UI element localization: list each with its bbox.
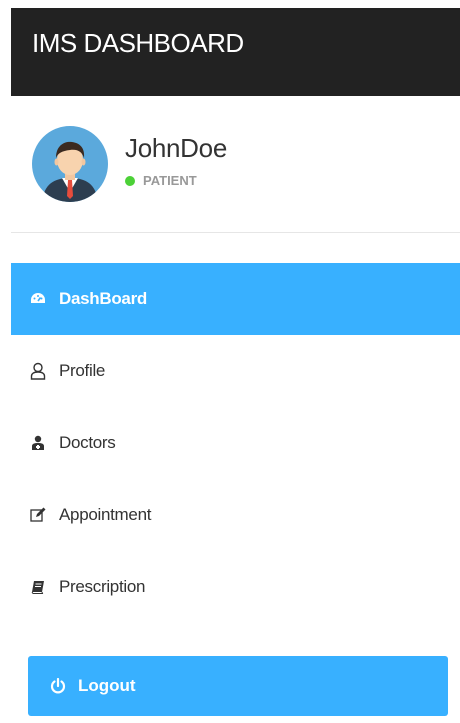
logout-button[interactable]: Logout: [28, 656, 448, 716]
role-label: PATIENT: [143, 173, 197, 188]
app-title: IMS DASHBOARD: [32, 28, 244, 58]
edit-icon: [29, 506, 47, 524]
sidebar-panel: IMS DASHBOARD JohnDoe PATIENT DashBoard …: [11, 8, 460, 723]
sidebar-item-profile[interactable]: Profile: [11, 335, 460, 407]
username: JohnDoe: [125, 133, 227, 163]
sidebar-menu: DashBoard Profile Doctors Appointment Pr…: [11, 263, 460, 623]
sidebar-item-label: DashBoard: [59, 289, 147, 308]
role-badge: PATIENT: [125, 173, 197, 188]
sidebar-item-prescription[interactable]: Prescription: [11, 551, 460, 623]
sidebar-item-doctors[interactable]: Doctors: [11, 407, 460, 479]
dashboard-icon: [29, 290, 47, 308]
doctor-icon: [29, 434, 47, 452]
sidebar-item-label: Profile: [59, 361, 106, 380]
power-icon: [50, 678, 66, 694]
sidebar-item-label: Doctors: [59, 433, 116, 452]
avatar: [32, 126, 108, 202]
user-profile: JohnDoe PATIENT: [11, 96, 460, 233]
book-icon: [29, 578, 47, 596]
sidebar-item-label: Appointment: [59, 505, 152, 524]
app-header: IMS DASHBOARD: [11, 8, 460, 96]
online-status-dot: [125, 175, 135, 186]
sidebar-item-appointment[interactable]: Appointment: [11, 479, 460, 551]
logout-label: Logout: [78, 676, 136, 695]
user-icon: [29, 362, 47, 380]
sidebar-item-label: Prescription: [59, 577, 146, 596]
sidebar-item-dashboard[interactable]: DashBoard: [11, 263, 460, 335]
